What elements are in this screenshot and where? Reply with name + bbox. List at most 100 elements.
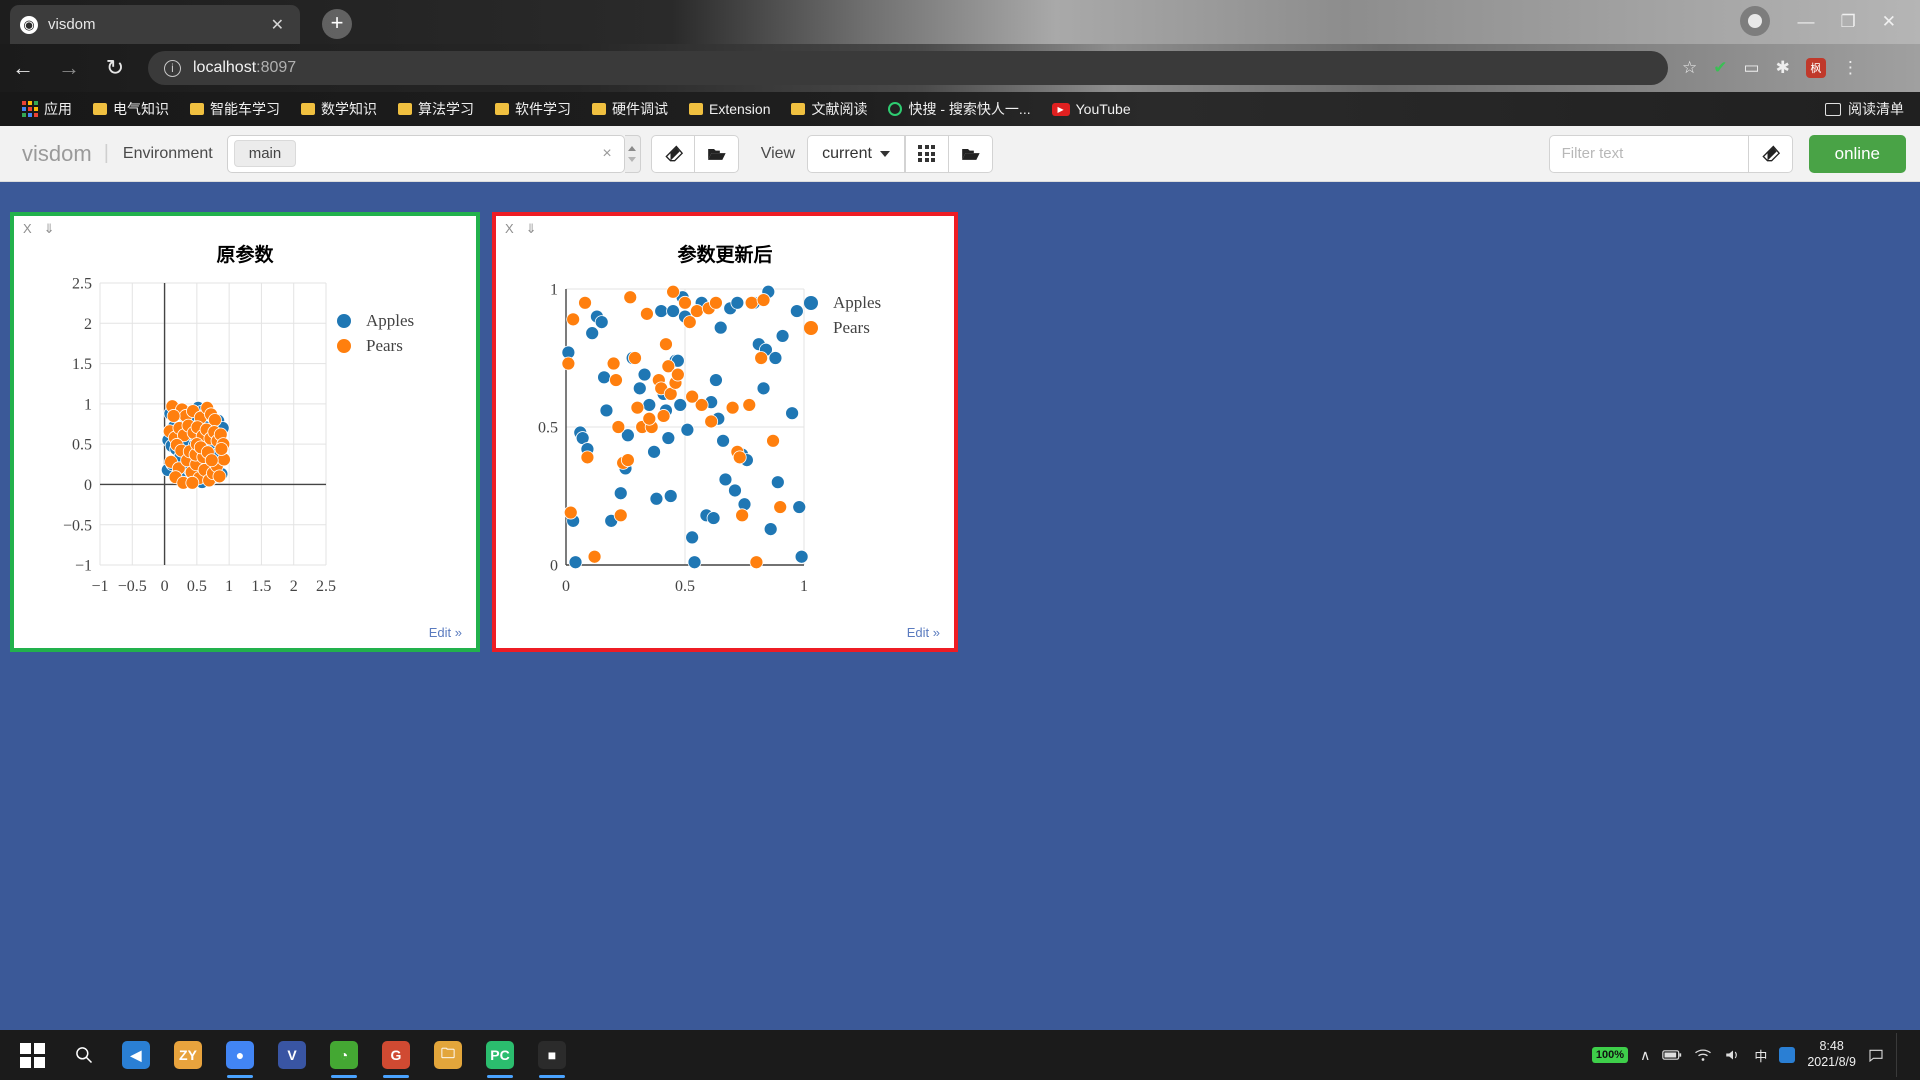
data-point (718, 472, 733, 487)
bookmark-item[interactable]: 智能车学习 (182, 96, 288, 122)
forward-icon[interactable]: → (46, 55, 92, 81)
site-info-icon[interactable]: i (164, 59, 181, 77)
bookmark-label: 硬件调试 (612, 101, 668, 117)
y-tick-label: 0 (84, 477, 92, 494)
wifi-icon[interactable] (1694, 1048, 1712, 1062)
folder-icon (190, 103, 204, 115)
scatter-plot-original[interactable]: −1 −0.5 0 0.5 1 1.5 2 2.5 −1 −0.5 0 0.5 1 1.5 2 2.5 Appl… (14, 267, 476, 607)
bookmark-item[interactable]: ▶ YouTube (1044, 98, 1139, 120)
grid-icon[interactable] (904, 134, 949, 173)
avatar[interactable] (1740, 6, 1770, 36)
folder-icon (398, 103, 412, 115)
edit-link[interactable]: Edit » (907, 625, 940, 640)
scatter-plot-updated[interactable]: 0 0.5 1 0 0.5 1 Apples Pears (496, 267, 954, 607)
environment-actions (650, 134, 739, 173)
taskbar-apps: ◀ ZY ● V ◔ G 🗀 PC ■ (110, 1030, 578, 1080)
zy-player-icon[interactable]: ZY (162, 1030, 214, 1080)
filter-input-wrap[interactable] (1548, 134, 1749, 173)
panel-save-button[interactable]: ⇓ (44, 221, 55, 237)
data-point (637, 367, 652, 382)
pycharm-icon[interactable]: PC (474, 1030, 526, 1080)
data-point (663, 489, 678, 503)
data-point (630, 400, 645, 415)
panel-save-button[interactable]: ⇓ (526, 221, 537, 237)
folder-open-icon[interactable] (694, 134, 739, 173)
legend-label: Pears (366, 336, 403, 355)
terminal-icon[interactable]: ■ (526, 1030, 578, 1080)
reload-icon[interactable]: ↻ (92, 55, 138, 81)
data-point (673, 398, 688, 412)
chrome-icon[interactable]: ● (214, 1030, 266, 1080)
window-close-icon[interactable]: ✕ (1882, 12, 1896, 32)
bookmark-item[interactable]: 数学知识 (293, 96, 385, 122)
environment-value[interactable]: main (233, 140, 297, 167)
bookmark-item[interactable]: 软件学习 (487, 96, 579, 122)
data-point (785, 406, 800, 421)
environment-select[interactable]: main × (226, 134, 625, 173)
reading-list-button[interactable]: 阅读清单 (1825, 99, 1920, 119)
volume-icon[interactable] (1724, 1048, 1742, 1062)
bookmark-item[interactable]: 应用 (14, 96, 80, 122)
edit-link[interactable]: Edit » (429, 625, 462, 640)
bookmark-item[interactable]: 快搜 - 搜索快人一... (880, 96, 1038, 122)
data-point (594, 315, 609, 330)
filter-input[interactable] (1561, 145, 1736, 162)
bookmark-item[interactable]: 算法学习 (390, 96, 482, 122)
anaconda-icon[interactable]: ◔ (318, 1030, 370, 1080)
browser-tab[interactable]: ◉ visdom ✕ (10, 5, 300, 44)
view-select[interactable]: current (807, 134, 905, 173)
data-point (678, 295, 692, 310)
view-folder-open-icon[interactable] (948, 134, 993, 173)
bookmark-item[interactable]: 文献阅读 (783, 96, 875, 122)
browser-menu-icon[interactable]: ⋮ (1842, 58, 1859, 78)
vs-code-icon[interactable]: ◀ (110, 1030, 162, 1080)
show-desktop-button[interactable] (1896, 1033, 1904, 1077)
chevron-down-icon (879, 150, 890, 157)
new-tab-button[interactable]: + (322, 9, 352, 39)
clear-icon[interactable]: × (602, 145, 617, 163)
plot-panel-original[interactable]: X ⇓ 原参数 −1 −0.5 0 0.5 1 1.5 2 2.5 −1 −0.5 0 0.5 1 1.5… (10, 212, 480, 652)
data-point (685, 530, 700, 545)
maximize-icon[interactable]: ❐ (1841, 12, 1856, 32)
bookmark-star-icon[interactable]: ☆ (1682, 58, 1697, 78)
start-button[interactable] (6, 1030, 58, 1080)
sogou-icon[interactable] (1779, 1047, 1796, 1063)
battery-icon[interactable] (1662, 1048, 1682, 1062)
minimize-icon[interactable]: — (1798, 12, 1815, 32)
data-point (166, 409, 181, 423)
environment-stepper[interactable] (624, 134, 641, 173)
close-icon[interactable]: ✕ (265, 15, 290, 35)
battery-indicator[interactable]: 100% (1591, 1047, 1629, 1063)
taskbar-search-button[interactable] (58, 1030, 110, 1080)
pdf-reader-icon[interactable]: G (370, 1030, 422, 1080)
ime-icon[interactable]: 中 (1754, 1046, 1767, 1065)
data-point (656, 409, 671, 423)
data-point (620, 453, 635, 468)
legend-marker (337, 339, 351, 353)
clock[interactable]: 8:48 2021/8/9 (1807, 1039, 1856, 1070)
data-point (775, 329, 790, 343)
bookmark-item[interactable]: 硬件调试 (584, 96, 676, 122)
visio-icon[interactable]: V (266, 1030, 318, 1080)
plot-panel-updated[interactable]: X ⇓ 参数更新后 0 0.5 1 0 0.5 1 Apples Pears Edit » (492, 212, 958, 652)
status-badge[interactable]: online (1808, 134, 1906, 173)
file-explorer-icon[interactable]: 🗀 (422, 1030, 474, 1080)
bookmark-item[interactable]: 电气知识 (85, 96, 177, 122)
back-icon[interactable]: ← (0, 55, 46, 81)
profile-badge[interactable]: 枫 (1805, 58, 1826, 78)
windows-logo-icon (19, 1042, 45, 1068)
shield-icon[interactable]: ✔ (1713, 58, 1727, 78)
bookmark-label: 算法学习 (418, 101, 474, 117)
bookmark-item[interactable]: Extension (681, 98, 778, 120)
chevron-up-icon[interactable]: ∧ (1640, 1047, 1650, 1064)
data-point (670, 367, 685, 382)
panel-close-button[interactable]: X (505, 221, 514, 237)
panel-close-button[interactable]: X (23, 221, 32, 237)
cast-icon[interactable]: ▭ (1744, 58, 1760, 78)
filter-eraser-icon[interactable] (1748, 134, 1793, 173)
extensions-icon[interactable]: ✱ (1776, 58, 1790, 78)
data-point (659, 337, 673, 352)
address-bar[interactable]: i localhost:8097 (148, 51, 1668, 85)
notification-icon[interactable] (1868, 1047, 1884, 1063)
eraser-icon[interactable] (650, 134, 695, 173)
